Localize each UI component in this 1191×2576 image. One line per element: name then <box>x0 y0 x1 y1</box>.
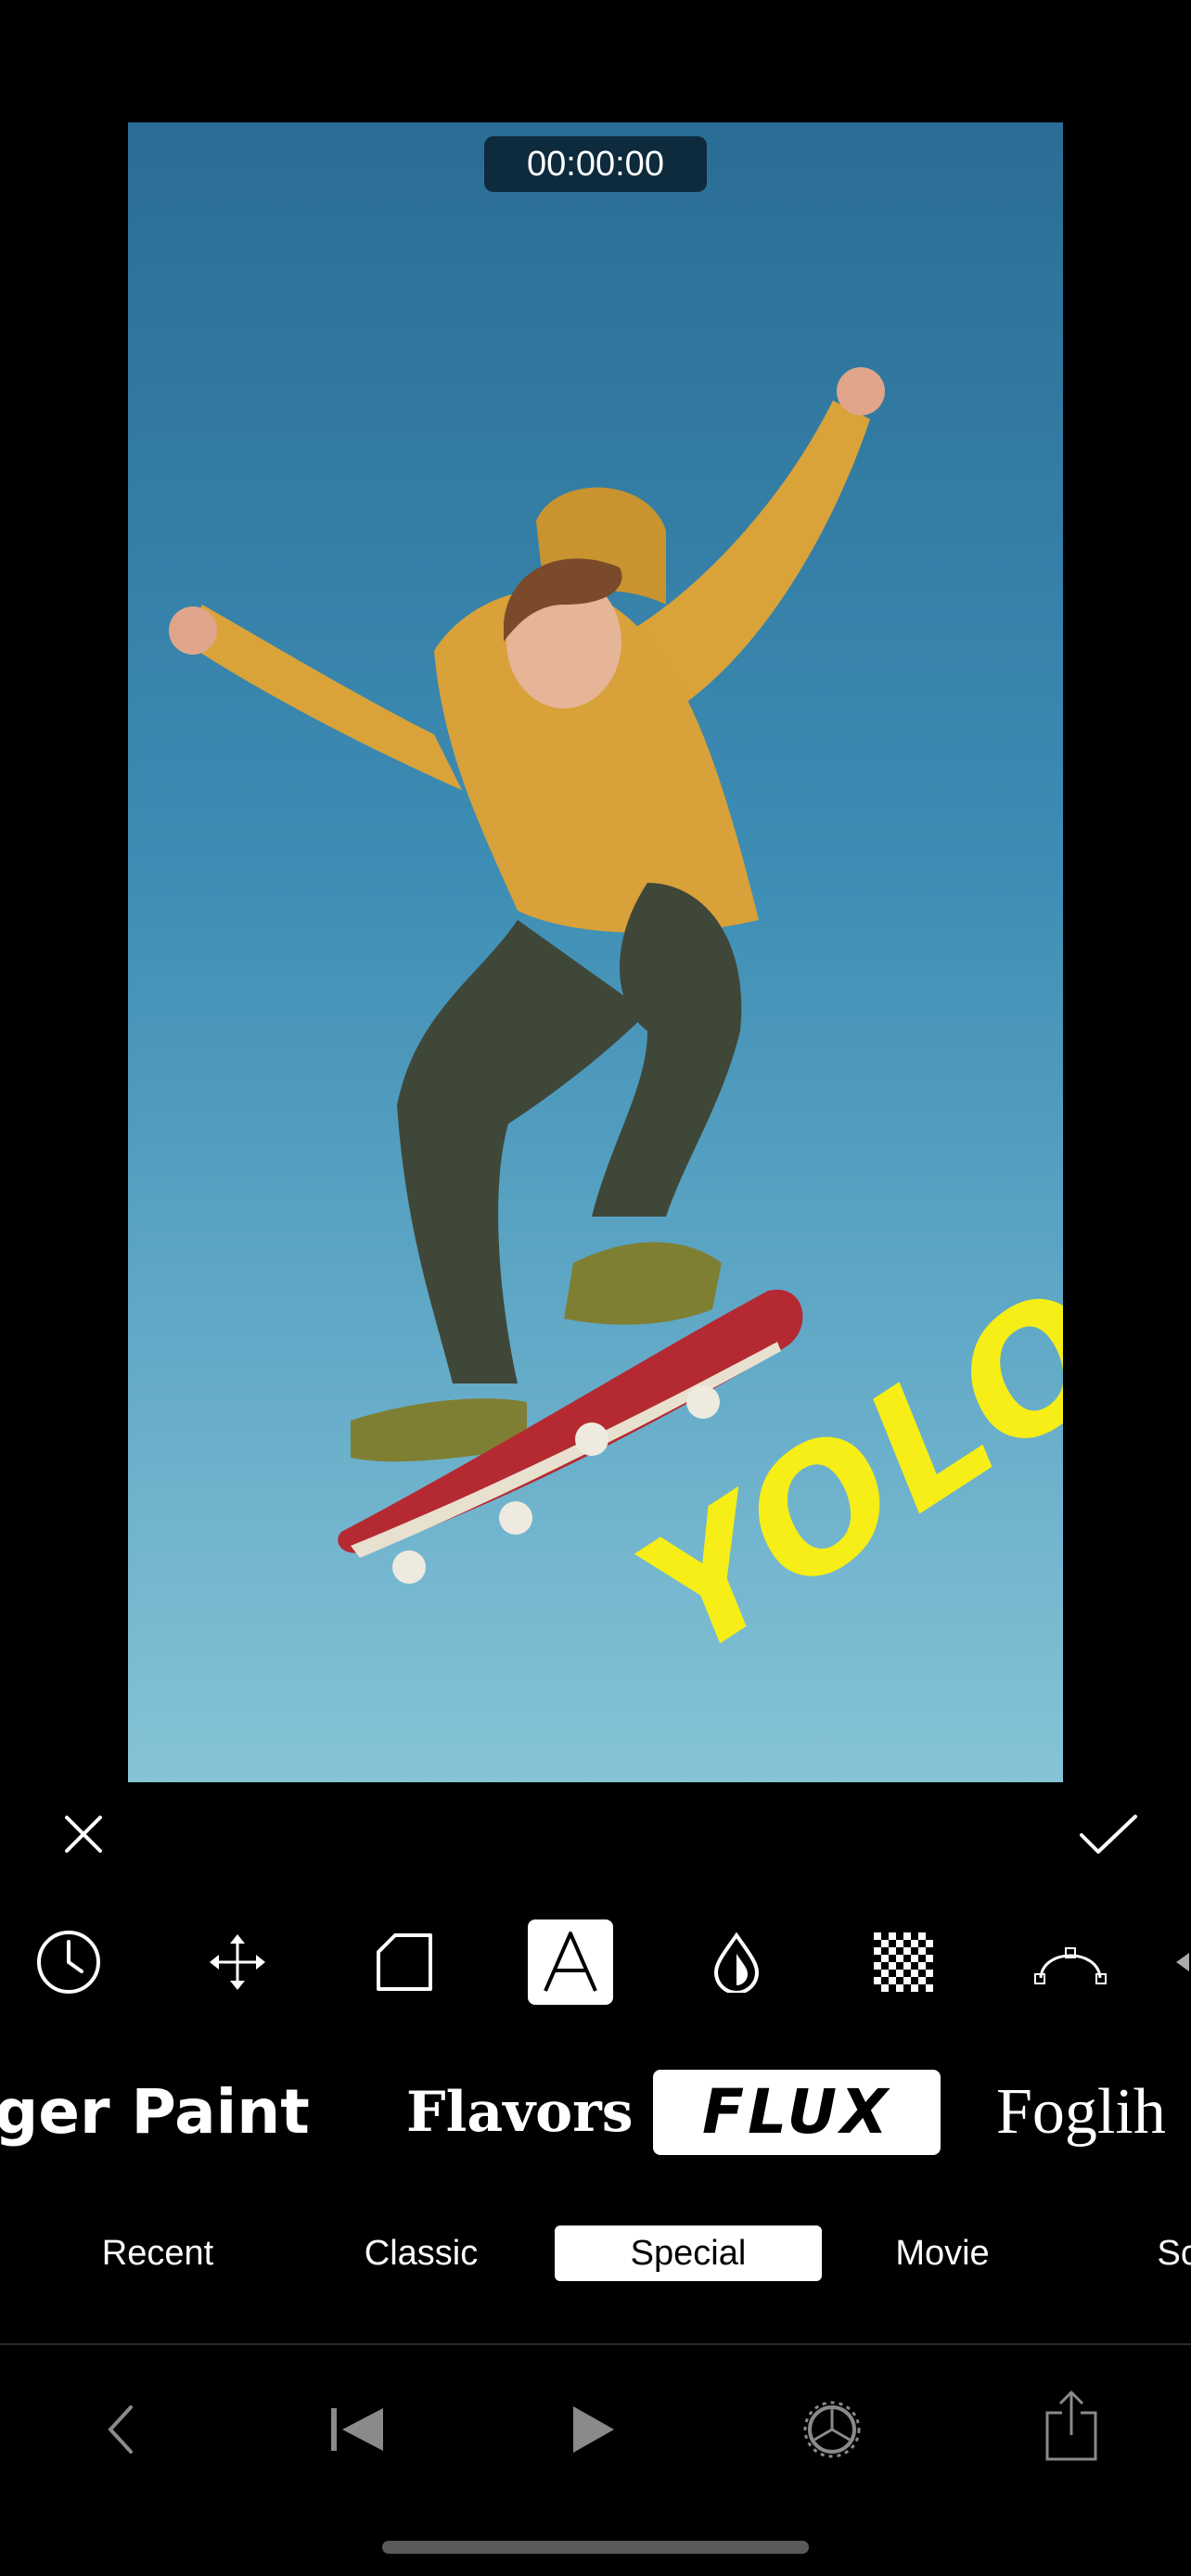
tab-scr[interactable]: Scr <box>1128 2225 1191 2281</box>
timecode-display: 00:00:00 <box>484 136 707 192</box>
checkerboard-icon[interactable] <box>861 1919 946 2005</box>
font-item-foglih[interactable]: Foglih <box>996 2070 1191 2155</box>
tool-bar <box>0 1919 1191 2007</box>
video-preview[interactable]: YOLO <box>128 122 1063 1782</box>
font-category-tabs: Recent Classic Special Movie Scr <box>0 2225 1191 2283</box>
font-picker: ger Paint Flavors FLUX Foglih <box>0 2070 1191 2159</box>
close-icon[interactable] <box>56 1806 111 1862</box>
settings-gear-icon[interactable] <box>800 2398 864 2461</box>
divider <box>0 2343 1191 2345</box>
font-item-flavors[interactable]: Flavors <box>406 2070 634 2155</box>
font-item-flux[interactable]: FLUX <box>653 2070 941 2155</box>
checkmark-icon[interactable] <box>1071 1806 1146 1862</box>
home-indicator[interactable] <box>382 2541 809 2554</box>
share-icon[interactable] <box>1039 2387 1104 2465</box>
playback-bar <box>0 2374 1191 2485</box>
play-icon[interactable] <box>560 2398 625 2461</box>
chevron-left-icon[interactable] <box>1171 1919 1191 2005</box>
tab-recent[interactable]: Recent <box>74 2225 241 2281</box>
move-arrows-icon[interactable] <box>195 1919 280 2005</box>
tab-special[interactable]: Special <box>555 2225 822 2281</box>
drop-icon[interactable] <box>694 1919 779 2005</box>
clock-icon[interactable] <box>26 1919 111 2005</box>
editor-actions <box>0 1782 1191 1894</box>
tag-shape-icon[interactable] <box>362 1919 447 2005</box>
tab-movie[interactable]: Movie <box>859 2225 1026 2281</box>
back-icon[interactable] <box>93 2398 148 2461</box>
font-item-finger-paint[interactable]: ger Paint <box>0 2070 310 2155</box>
tab-classic[interactable]: Classic <box>338 2225 505 2281</box>
skip-to-start-icon[interactable] <box>325 2398 390 2461</box>
text-a-icon[interactable] <box>528 1919 613 2005</box>
curve-icon[interactable] <box>1028 1919 1113 2005</box>
